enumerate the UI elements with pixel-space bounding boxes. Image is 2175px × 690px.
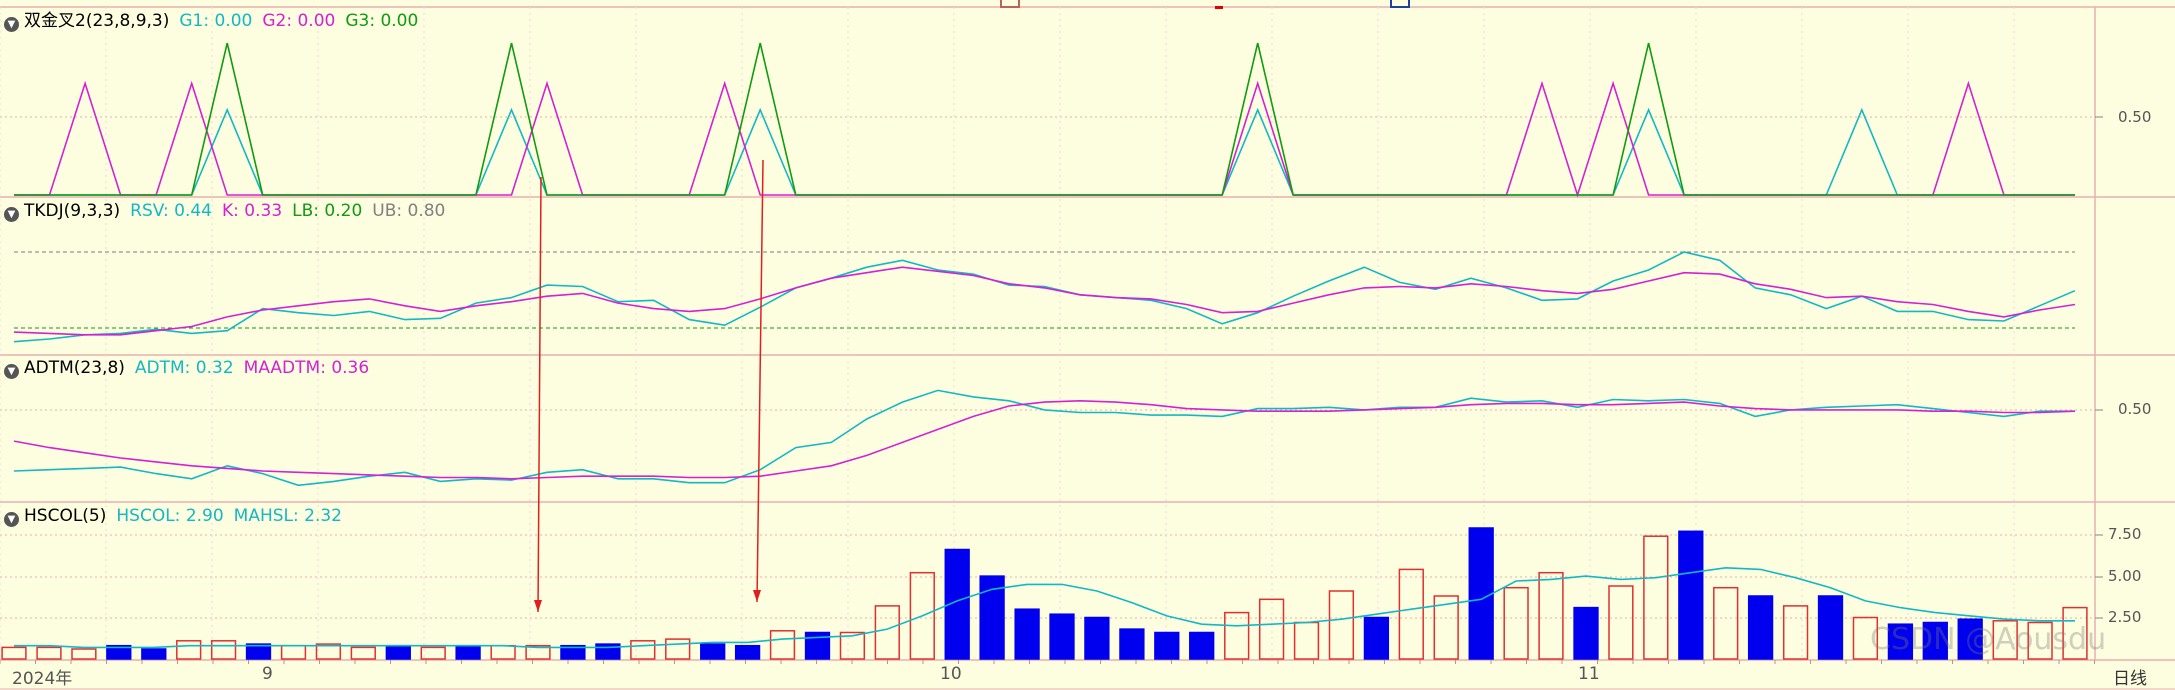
hscol-bar <box>1119 628 1145 660</box>
hscol-hscol: HSCOL: 2.90 <box>116 506 224 526</box>
hscol-bar <box>1293 621 1320 660</box>
collapse-icon[interactable]: ▼ <box>4 512 19 527</box>
hscol-bar <box>700 643 726 660</box>
hscol-bar <box>1224 611 1250 660</box>
adtm-adtm: ADTM: 0.32 <box>134 358 234 378</box>
hscol-bar <box>1398 568 1424 660</box>
hscol-bar <box>1817 595 1844 660</box>
hscol-bar <box>665 638 691 660</box>
hscol-bar <box>210 640 237 660</box>
series-g1 <box>14 107 2075 196</box>
sjc-g1: G1: 0.00 <box>179 11 253 31</box>
tkdj-ub: UB: 0.80 <box>372 201 446 221</box>
series-k <box>13 266 2076 336</box>
collapse-icon[interactable]: ▼ <box>4 207 19 222</box>
hscol-bar <box>1747 595 1774 660</box>
hscol-tick-750: 7.50 <box>2108 525 2142 543</box>
hscol-bar <box>1573 606 1599 660</box>
adtm-ref-label: 0.50 <box>2118 400 2152 418</box>
hscol-bar <box>71 648 97 660</box>
top-marker-3[interactable] <box>1390 0 1410 8</box>
arrow-line <box>537 176 542 613</box>
hscol-bar <box>769 630 796 660</box>
hscol-bar <box>1 646 27 660</box>
adtm-header: ▼ ADTM(23,8) ADTM: 0.32 MAADTM: 0.36 <box>4 357 379 379</box>
series-g3 <box>14 42 2075 196</box>
xaxis-label-nov: 11 <box>1578 664 1600 684</box>
hscol-bar <box>385 644 411 660</box>
period-label[interactable]: 日线 <box>2113 664 2147 689</box>
tkdj-k: K: 0.33 <box>222 201 283 221</box>
hscol-bar <box>1538 571 1564 660</box>
hscol-bar <box>734 644 761 660</box>
indicator-chart <box>0 6 2175 690</box>
hscol-bar <box>1468 527 1494 660</box>
xaxis-label-year: 2024年 <box>12 669 73 689</box>
sjc-g3: G3: 0.00 <box>345 11 419 31</box>
hscol-bar <box>1084 616 1110 660</box>
hscol-header: ▼ HSCOL(5) HSCOL: 2.90 MAHSL: 2.32 <box>4 505 352 527</box>
hscol-bar <box>350 646 376 660</box>
top-marker-1[interactable] <box>1000 0 1020 8</box>
sjc-header: ▼ 双金叉2(23,8,9,3) G1: 0.00 G2: 0.00 G3: 0.00 <box>4 10 428 32</box>
hscol-bar <box>455 644 481 660</box>
hscol-bar <box>490 644 516 660</box>
series-maadtm <box>13 399 2076 480</box>
sjc-title: 双金叉2(23,8,9,3) <box>24 11 170 31</box>
arrow-line <box>756 159 764 603</box>
tkdj-rsv: RSV: 0.44 <box>130 201 212 221</box>
sjc-panel <box>14 42 2075 198</box>
hscol-mahsl: MAHSL: 2.32 <box>233 506 342 526</box>
hscol-bar <box>1503 586 1529 660</box>
series-g2 <box>14 80 2075 198</box>
annotation-arrows <box>534 159 764 613</box>
hscol-bar <box>1713 586 1739 660</box>
hscol-bar <box>420 646 446 660</box>
arrow-head <box>534 600 542 612</box>
hscol-bar <box>1363 616 1390 660</box>
xaxis-label-sep: 9 <box>262 664 273 684</box>
xaxis-label-oct: 10 <box>940 664 962 684</box>
hscol-bar <box>1782 605 1809 660</box>
adtm-title: ADTM(23,8) <box>24 358 125 378</box>
collapse-icon[interactable]: ▼ <box>4 364 19 379</box>
hscol-bar <box>1154 631 1180 660</box>
hscol-bar <box>1608 585 1634 660</box>
hscol-bar <box>874 605 900 660</box>
adtm-maadtm: MAADTM: 0.36 <box>243 358 370 378</box>
hscol-bar <box>141 648 167 660</box>
hscol-bar <box>1049 613 1075 660</box>
tkdj-title: TKDJ(9,3,3) <box>24 201 121 221</box>
arrow-head <box>753 590 761 602</box>
hscol-bar <box>1643 535 1669 660</box>
top-marker-2[interactable] <box>1215 0 1223 9</box>
series-adtm <box>13 389 2075 487</box>
collapse-icon[interactable]: ▼ <box>4 17 19 32</box>
hscol-bar <box>1014 608 1040 660</box>
chart-grid <box>0 6 2175 690</box>
tkdj-lb: LB: 0.20 <box>292 201 363 221</box>
hscol-bar <box>1328 590 1355 660</box>
hscol-bar <box>630 640 656 660</box>
hscol-bar <box>176 640 202 660</box>
tkdj-header: ▼ TKDJ(9,3,3) RSV: 0.44 K: 0.33 LB: 0.20 UB: … <box>4 200 455 222</box>
hscol-bar <box>36 646 62 660</box>
adtm-panel <box>13 389 2076 487</box>
hscol-panel <box>1 527 2088 660</box>
sjc-g2: G2: 0.00 <box>262 11 336 31</box>
hscol-tick-250: 2.50 <box>2108 608 2142 626</box>
sjc-ref-label: 0.50 <box>2118 108 2152 126</box>
hscol-bar <box>1189 631 1215 660</box>
hscol-bar <box>1678 530 1704 660</box>
hscol-tick-500: 5.00 <box>2108 567 2142 585</box>
hscol-bar <box>280 644 307 660</box>
tkdj-panel <box>13 251 2076 343</box>
hscol-title: HSCOL(5) <box>24 506 107 526</box>
watermark: CSDN @Aousdu <box>1870 622 2107 657</box>
